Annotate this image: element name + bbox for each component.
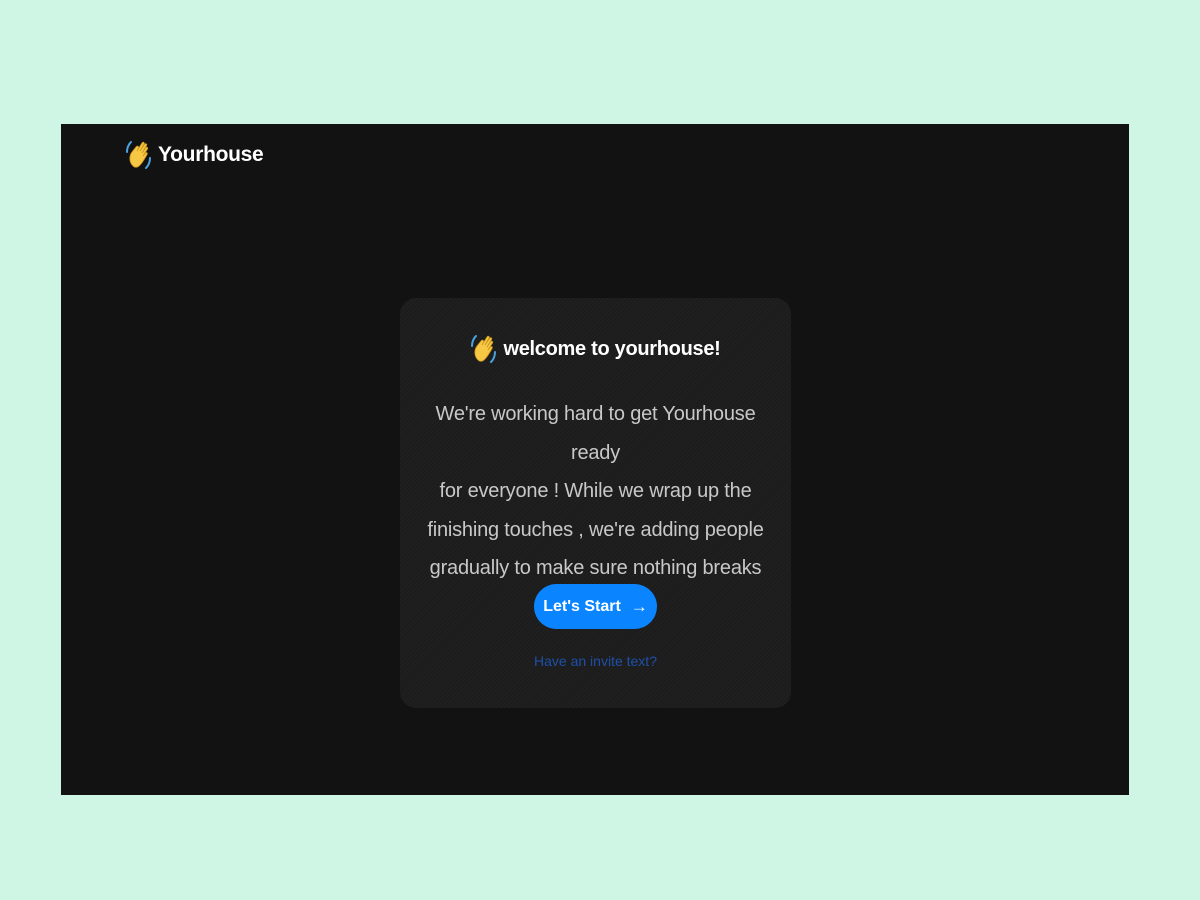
welcome-title: welcome to yourhouse! <box>503 337 721 360</box>
welcome-message: We're working hard to get Yourhouse read… <box>420 395 771 588</box>
lets-start-button[interactable]: Let's Start → <box>534 584 657 629</box>
welcome-message-line: We're working hard to get Yourhouse read… <box>435 403 756 464</box>
app-window: Yourhouse welcome to yourhouse! We're wo… <box>61 124 1129 795</box>
invite-text-link[interactable]: Have an invite text? <box>400 653 791 669</box>
welcome-message-line: for everyone ! While we wrap up the <box>439 480 752 502</box>
welcome-message-line: finishing touches , we're adding people <box>427 518 764 541</box>
brand-name: Yourhouse <box>158 143 264 166</box>
lets-start-label: Let's Start <box>543 597 621 615</box>
arrow-right-icon: → <box>630 597 648 616</box>
welcome-card: welcome to yourhouse! We're working hard… <box>400 298 791 708</box>
waving-hand-icon <box>125 138 152 172</box>
card-title: welcome to yourhouse! <box>400 332 791 366</box>
welcome-message-line: gradually to make sure nothing breaks <box>429 557 762 579</box>
waving-hand-icon <box>470 332 497 366</box>
brand-logo[interactable]: Yourhouse <box>125 138 264 172</box>
